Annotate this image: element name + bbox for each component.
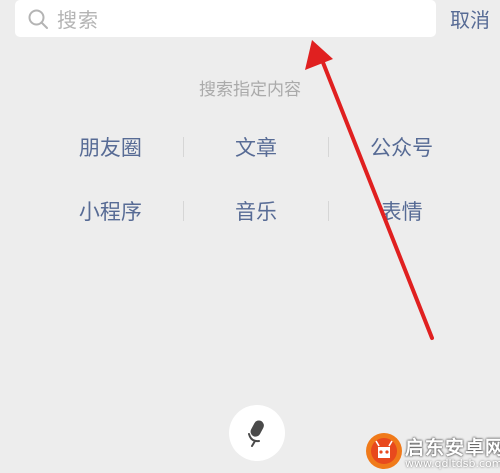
microphone-icon	[248, 420, 264, 447]
section-title: 搜索指定内容	[199, 80, 301, 100]
category-moments[interactable]: 朋友圈	[38, 132, 183, 162]
search-input[interactable]: 搜索	[15, 0, 436, 37]
watermark: 启东安卓网 www.qdltdsb.com	[365, 432, 500, 472]
search-icon	[28, 9, 48, 29]
watermark-logo	[366, 433, 402, 469]
category-row: 朋友圈 文章 公众号	[38, 132, 474, 162]
watermark-name: 启东安卓网	[405, 437, 500, 459]
category-official-accounts[interactable]: 公众号	[329, 132, 474, 162]
search-placeholder: 搜索	[57, 8, 99, 32]
cancel-button[interactable]: 取消	[450, 4, 490, 33]
voice-search-button[interactable]	[229, 405, 285, 461]
category-row: 小程序 音乐 表情	[38, 196, 474, 226]
category-mini-programs[interactable]: 小程序	[38, 196, 183, 226]
annotation-arrow	[305, 40, 434, 340]
category-articles[interactable]: 文章	[184, 132, 329, 162]
watermark-url: www.qdltdsb.com	[405, 457, 500, 470]
category-music[interactable]: 音乐	[184, 196, 329, 226]
category-stickers[interactable]: 表情	[329, 196, 474, 226]
